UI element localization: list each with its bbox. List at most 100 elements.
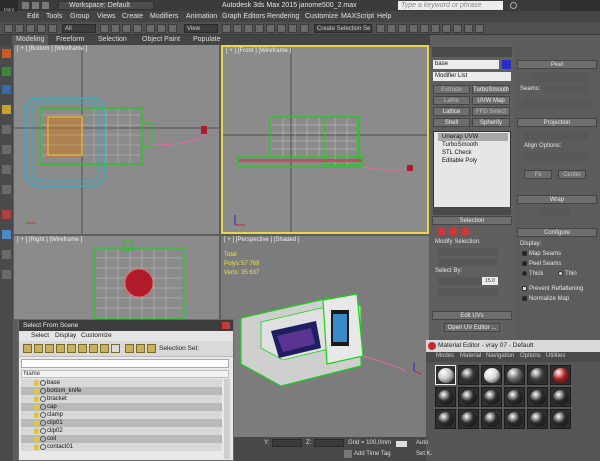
map-seams-checkbox[interactable]: Map Seams [522,251,561,257]
material-slot[interactable] [527,387,548,407]
normalize-map-checkbox[interactable]: Normalize Map [522,296,569,302]
menu-maxscript[interactable]: MAXScript [341,11,374,22]
move-tool-icon[interactable] [2,67,11,76]
weld-tool-icon[interactable] [2,270,11,279]
select-tool-icon[interactable] [2,49,11,58]
list-item[interactable]: cap [21,403,222,411]
filter-groups-icon[interactable] [89,344,98,353]
list-item[interactable]: clip01 [21,419,222,427]
menu-customize[interactable]: Customize [305,11,338,22]
filter-lights-icon[interactable] [45,344,54,353]
lathe-button[interactable]: Lathe [433,96,470,105]
material-slot[interactable] [527,365,548,385]
uvw-map-button[interactable]: UVW Map [472,96,510,105]
filter-helpers-icon[interactable] [67,344,76,353]
configure-rollout-header[interactable]: Configure [517,228,597,237]
viewport-right[interactable]: [ + ] [Right ] [Wireframe ] [14,236,219,319]
dialog-menu-select[interactable]: Select [31,332,49,339]
scale-tool-icon[interactable] [2,105,11,114]
shell-button[interactable]: Shell [433,118,470,127]
material-slot[interactable] [550,365,571,385]
tab-freeform[interactable]: Freeform [56,35,84,45]
grow-shrink-buttons[interactable] [438,258,498,266]
link-button[interactable] [26,24,35,33]
stack-item-unwrap-uvw[interactable]: Unwrap UVW [438,133,508,141]
viewport-bottom[interactable]: [ + ] [Bottom ] [Wireframe ] [14,45,219,234]
percent-snap-button[interactable] [277,24,286,33]
select-all-icon[interactable] [136,344,145,353]
move-button[interactable] [146,24,155,33]
viewport-label[interactable]: [ + ] [Bottom ] [Wireframe ] [17,46,87,52]
thin-radio[interactable]: Thin [558,271,577,277]
name-column-header[interactable]: Name [21,370,229,378]
menu-graph-editors[interactable]: Graph Editors [222,11,265,22]
display-children-icon[interactable] [125,344,134,353]
pivot-center-button[interactable] [222,24,231,33]
menu-modes[interactable]: Modes [436,353,454,359]
bind-space-warp-button[interactable] [48,24,57,33]
material-slot[interactable] [458,365,479,385]
material-editor-button[interactable] [442,24,451,33]
select-region-button[interactable] [122,24,131,33]
material-slot[interactable] [504,365,525,385]
dialog-menu-customize[interactable]: Customize [81,332,112,339]
list-item[interactable]: bracket [21,395,222,403]
filter-cameras-icon[interactable] [56,344,65,353]
mirror-button[interactable] [376,24,385,33]
filter-shapes-icon[interactable] [34,344,43,353]
selection-rollout-header[interactable]: Selection [432,216,512,225]
tab-object-paint[interactable]: Object Paint [142,35,180,45]
material-slot[interactable] [435,365,456,385]
open-uv-editor-button[interactable]: Open UV Editor ... [444,323,500,332]
reference-coordinate-dropdown[interactable]: View [184,24,218,33]
snaps-toggle-button[interactable] [255,24,264,33]
modify-selection-buttons[interactable] [438,248,498,256]
center-button[interactable]: Center [558,170,586,179]
object-name-field[interactable]: base [433,60,499,69]
menu-animation[interactable]: Animation [186,11,217,22]
undo-button[interactable] [4,24,13,33]
rotate-tool-icon[interactable] [2,85,11,94]
graphite-toolbar-button[interactable] [409,24,418,33]
menu-group[interactable]: Group [70,11,89,22]
polygon-tool-icon[interactable] [2,165,11,174]
render-production-button[interactable] [475,24,484,33]
window-crossing-button[interactable] [133,24,142,33]
list-item[interactable]: coil [21,435,222,443]
ffd-select-button[interactable]: FFD Select [472,107,510,116]
angle-spinner[interactable]: 15.0 [482,277,498,285]
polygon-select-icon[interactable] [462,228,469,235]
stack-item-stl-check[interactable]: STL Check [438,149,508,157]
dialog-search-input[interactable] [21,359,229,368]
align-axis-buttons[interactable] [524,153,588,162]
select-none-icon[interactable] [147,344,156,353]
tab-selection[interactable]: Selection [98,35,127,45]
edit-named-selection-button[interactable] [300,24,309,33]
search-input[interactable]: Type a keyword or phrase [398,1,503,10]
select-object-button[interactable] [100,24,109,33]
auto-key-button[interactable]: Auto [416,440,428,446]
element-tool-icon[interactable] [2,185,11,194]
angle-snap-button[interactable] [266,24,275,33]
selection-filter-dropdown[interactable]: All [62,24,96,33]
edge-tool-icon[interactable] [2,145,11,154]
viewport-front[interactable]: [ + ] [Front ] [Wireframe ] [221,45,429,234]
search-icon[interactable] [510,2,517,9]
paint-tool-icon[interactable] [2,210,11,219]
list-item[interactable]: bottom_knife [21,387,222,395]
wrap-buttons[interactable] [540,208,570,217]
modifier-list-dropdown[interactable]: Modifier List [433,72,511,81]
menu-utilities[interactable]: Utilities [546,353,565,359]
window-controls[interactable] [560,0,600,11]
menu-rendering[interactable]: Rendering [267,11,299,22]
set-key-button[interactable]: Set K. [416,451,432,457]
menu-navigation[interactable]: Navigation [486,353,514,359]
undo-icon[interactable] [22,2,29,9]
turbosmooth-button[interactable]: TurboSmooth [472,85,510,94]
prevent-reflattening-checkbox[interactable]: Prevent Reflattening [522,286,583,292]
tab-modeling[interactable]: Modeling [12,35,49,45]
element-select-buttons[interactable] [438,288,498,296]
material-slot[interactable] [435,409,456,429]
lattice-button[interactable]: Lattice [433,107,470,116]
redo-button[interactable] [15,24,24,33]
